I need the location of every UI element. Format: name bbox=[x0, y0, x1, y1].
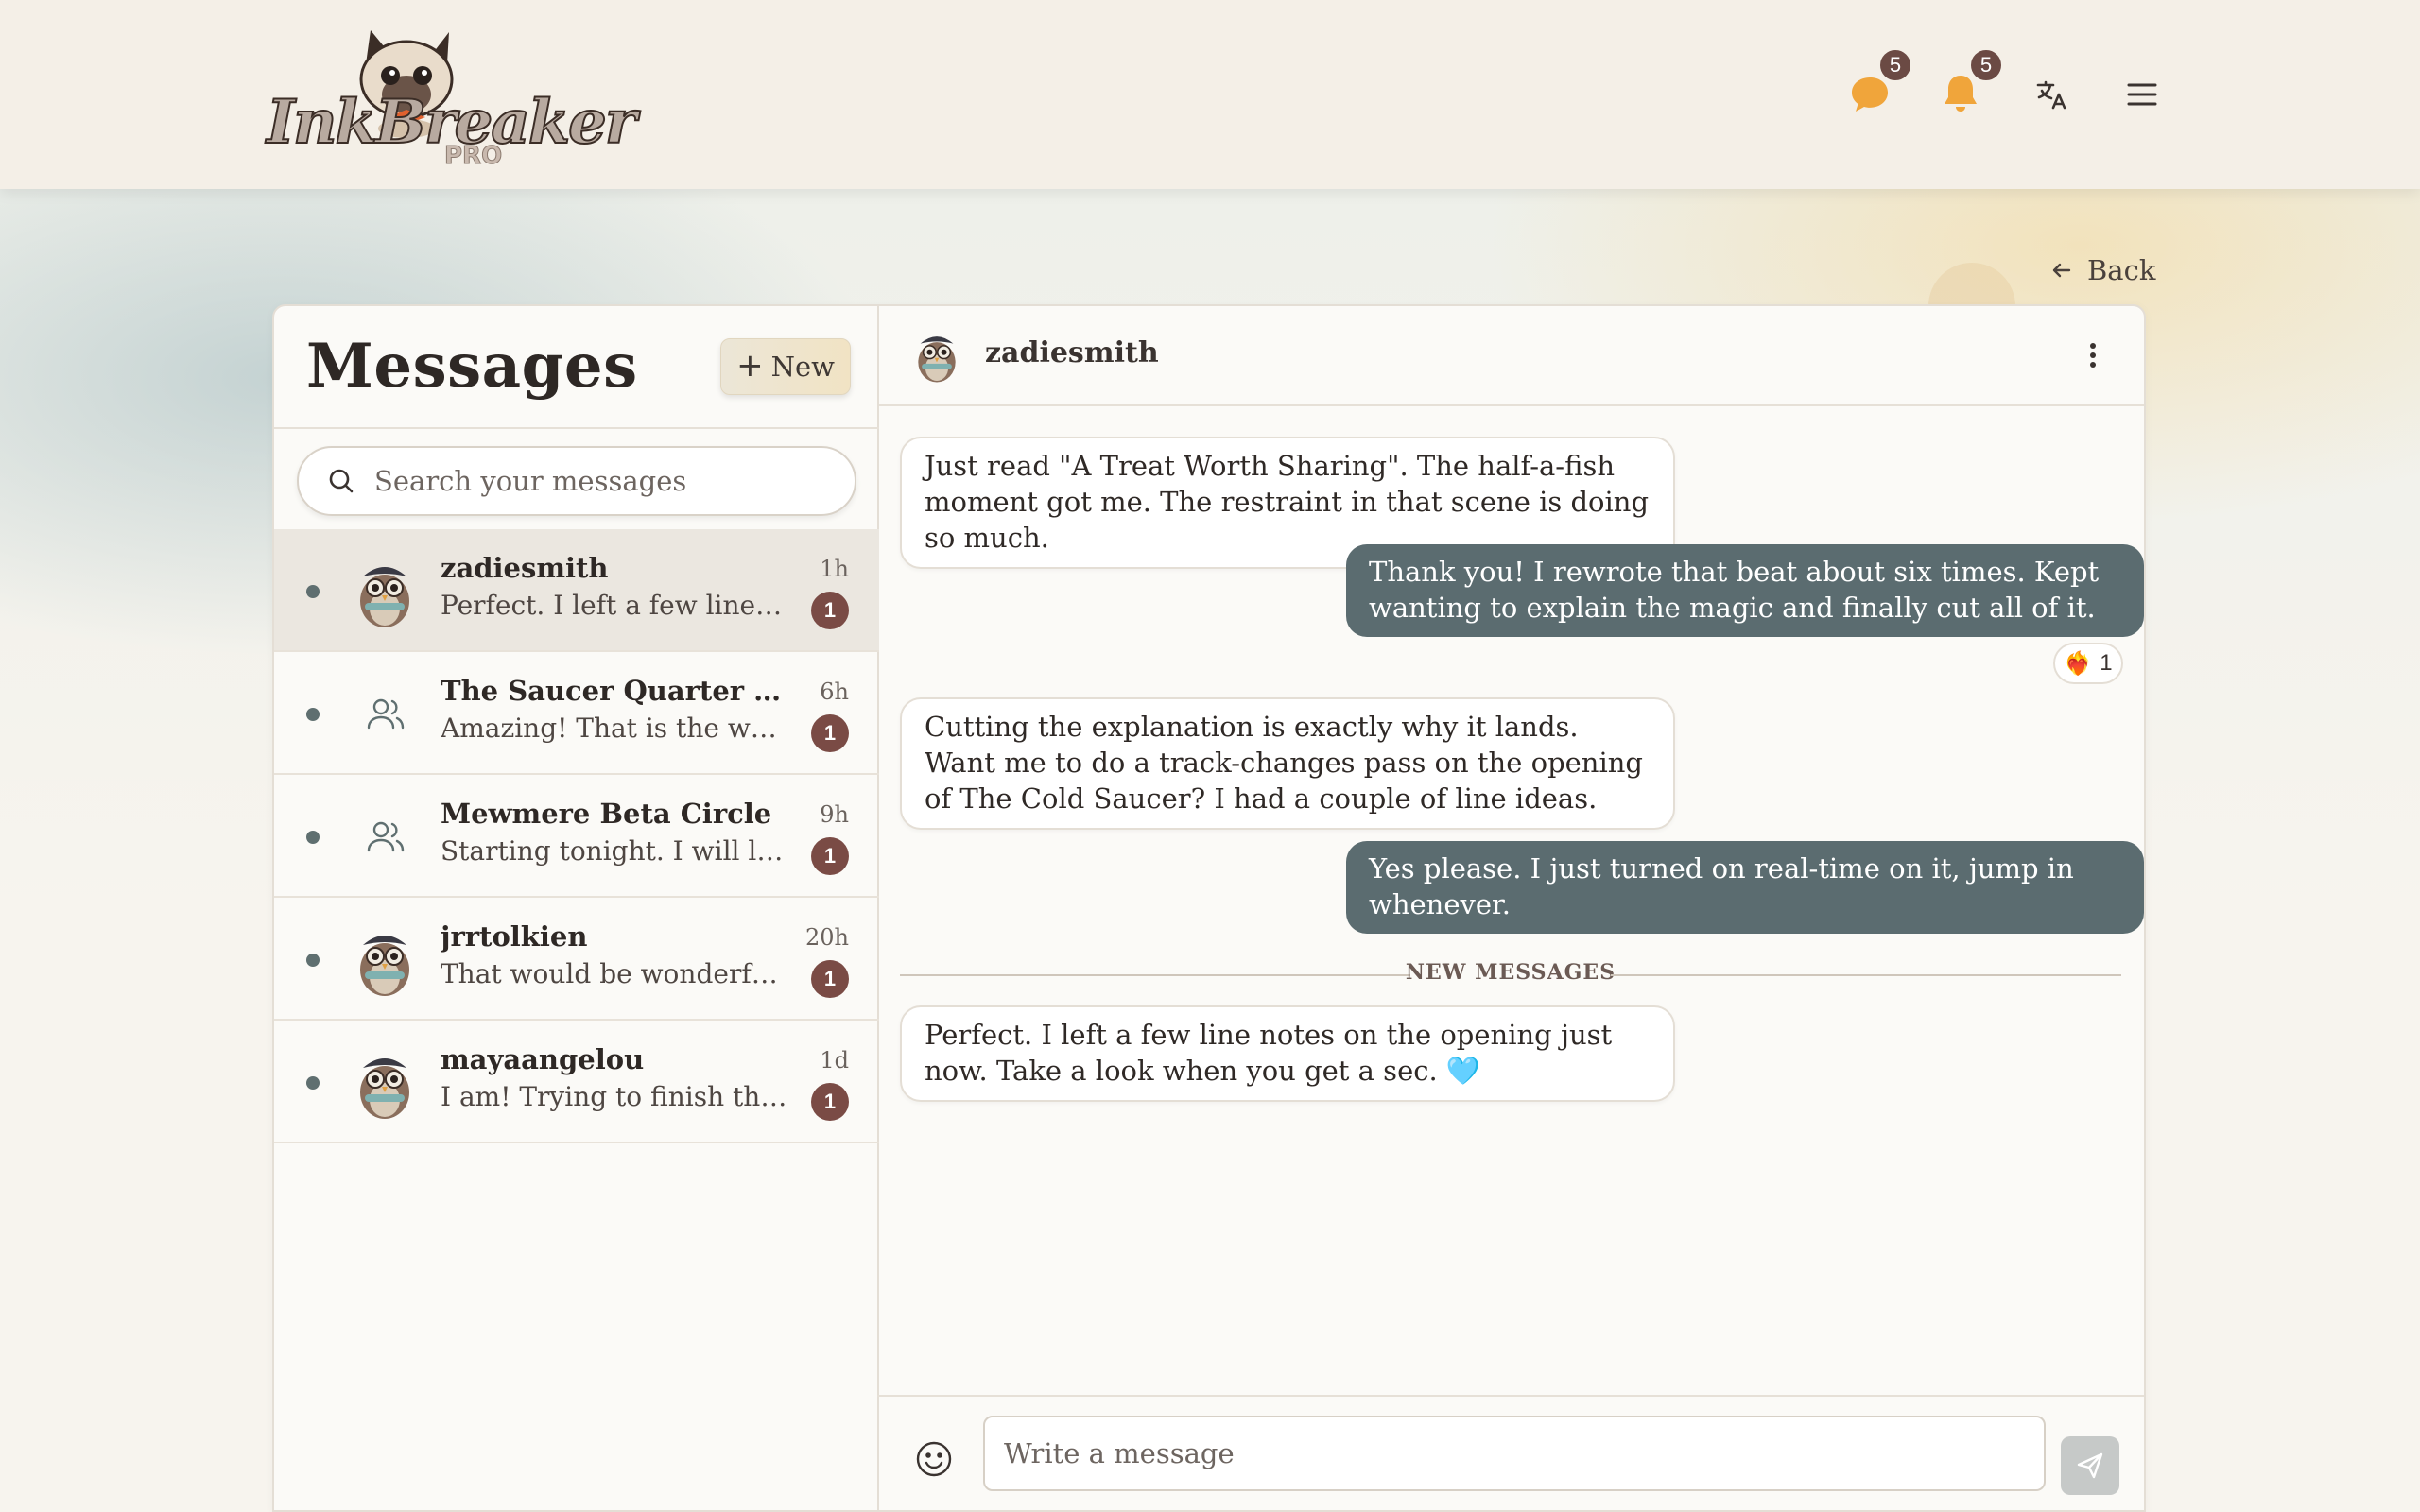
conversation-name: jrrtolkien bbox=[441, 920, 588, 953]
send-button[interactable] bbox=[2061, 1436, 2119, 1495]
translate-button[interactable] bbox=[2023, 66, 2080, 123]
reaction-chip[interactable]: ❤️‍🔥 1 bbox=[2053, 643, 2123, 684]
conversation-preview: That would be wonderful, t... bbox=[441, 958, 790, 989]
top-header: InkBreaker PRO 5 5 bbox=[0, 0, 2420, 189]
message-incoming: Perfect. I left a few line notes on the … bbox=[900, 1005, 1675, 1102]
notifications-badge: 5 bbox=[1968, 47, 2004, 83]
conversation-item[interactable]: zadiesmith Perfect. I left a few line no… bbox=[274, 529, 879, 652]
message-outgoing: Thank you! I rewrote that beat about six… bbox=[1346, 544, 2144, 637]
message-text: Yes please. I just turned on real-time o… bbox=[1369, 852, 2074, 920]
message-incoming: Cutting the explanation is exactly why i… bbox=[900, 697, 1675, 830]
unread-badge: 1 bbox=[811, 592, 849, 629]
menu-icon bbox=[2127, 83, 2157, 106]
messages-badge: 5 bbox=[1877, 47, 1913, 83]
reaction-count: 1 bbox=[2100, 650, 2113, 676]
online-dot bbox=[306, 585, 320, 598]
conversation-time: 20h bbox=[805, 924, 849, 951]
conversation-time: 1h bbox=[820, 556, 849, 582]
online-dot bbox=[306, 954, 320, 967]
arrow-left-icon bbox=[2052, 263, 2071, 278]
conversation-preview: Starting tonight. I will leav... bbox=[441, 835, 790, 867]
unread-badge: 1 bbox=[811, 1083, 849, 1121]
conversation-list: zadiesmith Perfect. I left a few line no… bbox=[274, 529, 879, 1143]
conversation-name: Mewmere Beta Circle bbox=[441, 798, 772, 830]
conversation-name: The Saucer Quarter Writin... bbox=[441, 675, 800, 707]
conversation-name: mayaangelou bbox=[441, 1043, 645, 1075]
heart-fire-emoji: ❤️‍🔥 bbox=[2064, 650, 2093, 677]
message-text: Thank you! I rewrote that beat about six… bbox=[1369, 556, 2100, 624]
conversation-time: 6h bbox=[820, 679, 849, 705]
online-dot bbox=[306, 1076, 320, 1090]
conversation-preview: Perfect. I left a few line not... bbox=[441, 590, 790, 621]
conversation-sidebar: Messages + New Search your messages zadi… bbox=[274, 306, 879, 1510]
conversation-time: 1d bbox=[820, 1047, 849, 1074]
new-button-label: New bbox=[770, 351, 835, 383]
smiley-icon[interactable] bbox=[913, 1438, 955, 1480]
message-outgoing: Yes please. I just turned on real-time o… bbox=[1346, 841, 2144, 934]
conversation-item[interactable]: The Saucer Quarter Writin... Amazing! Th… bbox=[274, 652, 879, 775]
owl-avatar bbox=[360, 567, 409, 627]
unread-badge: 1 bbox=[811, 714, 849, 752]
unread-badge: 1 bbox=[811, 960, 849, 998]
notifications-button[interactable]: 5 bbox=[1932, 47, 2004, 123]
owl-avatar bbox=[360, 936, 409, 996]
message-text: Perfect. I left a few line notes on the … bbox=[925, 1019, 1613, 1087]
sidebar-header: Messages + New bbox=[274, 306, 879, 429]
search-box[interactable] bbox=[297, 446, 856, 516]
translate-icon bbox=[2036, 80, 2066, 110]
conversation-item[interactable]: mayaangelou I am! Trying to finish the c… bbox=[274, 1021, 879, 1143]
group-icon bbox=[367, 698, 405, 730]
messages-button[interactable]: 5 bbox=[1841, 47, 1913, 123]
conversation-name: zadiesmith bbox=[441, 552, 609, 584]
new-message-button[interactable]: + New bbox=[720, 338, 851, 395]
message-text: Just read "A Treat Worth Sharing". The h… bbox=[925, 450, 1650, 554]
owl-avatar bbox=[360, 1058, 409, 1119]
light-blue-heart-emoji: 🩵 bbox=[1445, 1055, 1481, 1087]
message-text: Cutting the explanation is exactly why i… bbox=[925, 711, 1643, 815]
conversation-preview: Amazing! That is the whol... bbox=[441, 713, 790, 744]
conversation-time: 9h bbox=[820, 801, 849, 828]
search-icon bbox=[329, 469, 354, 493]
message-input[interactable] bbox=[983, 1416, 2046, 1491]
more-options-icon[interactable] bbox=[2074, 336, 2112, 374]
chat-header: zadiesmith bbox=[879, 306, 2144, 406]
owl-avatar[interactable] bbox=[908, 323, 966, 386]
chat-username[interactable]: zadiesmith bbox=[985, 336, 1159, 369]
group-icon bbox=[367, 821, 405, 852]
send-icon bbox=[2077, 1452, 2103, 1479]
brand-tier: PRO bbox=[443, 142, 503, 171]
conversation-preview: I am! Trying to finish the c... bbox=[441, 1081, 790, 1112]
online-dot bbox=[306, 708, 320, 721]
conversation-item[interactable]: Mewmere Beta Circle Starting tonight. I … bbox=[274, 775, 879, 898]
unread-badge: 1 bbox=[811, 837, 849, 875]
message-composer bbox=[877, 1395, 2144, 1512]
conversation-item[interactable]: jrrtolkien That would be wonderful, t...… bbox=[274, 898, 879, 1021]
search-input[interactable] bbox=[374, 465, 828, 497]
menu-button[interactable] bbox=[2114, 66, 2170, 123]
back-link[interactable]: Back bbox=[2049, 249, 2155, 291]
back-label: Back bbox=[2087, 254, 2156, 286]
page-title: Messages bbox=[306, 331, 638, 402]
online-dot bbox=[306, 831, 320, 844]
plus-icon: + bbox=[736, 346, 764, 385]
